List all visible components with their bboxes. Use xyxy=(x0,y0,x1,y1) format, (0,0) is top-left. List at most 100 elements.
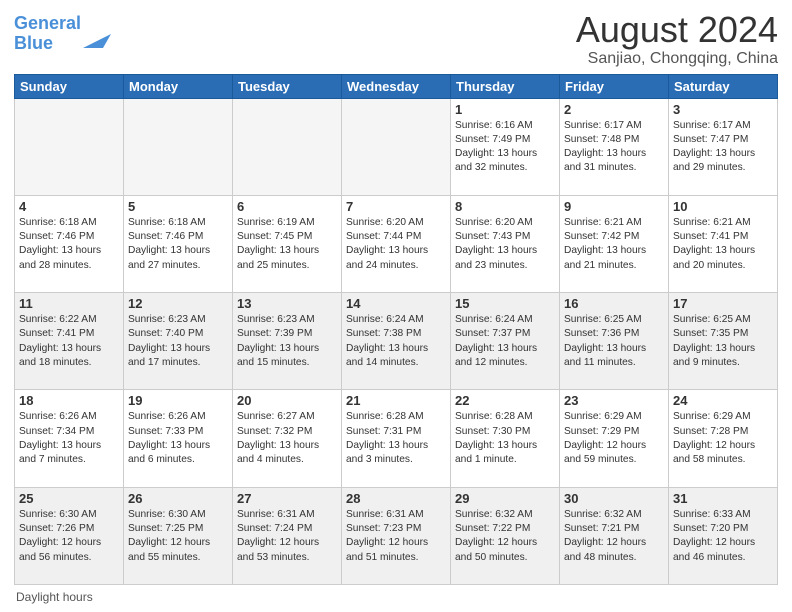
calendar-cell: 26 Sunrise: 6:30 AMSunset: 7:25 PMDayligh… xyxy=(124,487,233,584)
day-info: Sunrise: 6:30 AMSunset: 7:25 PMDaylight:… xyxy=(128,508,228,565)
day-number: 20 xyxy=(237,393,337,408)
calendar-cell: 19Sunrise: 6:26 AMSunset: 7:33 PMDayligh… xyxy=(124,390,233,487)
logo-blue: Blue xyxy=(14,33,53,53)
calendar-week-row: 11 Sunrise: 6:22 AMSunset: 7:41 PMDayligh… xyxy=(15,293,778,390)
calendar-cell: 28Sunrise: 6:31 AMSunset: 7:23 PMDayligh… xyxy=(342,487,451,584)
calendar-week-row: 1Sunrise: 6:16 AMSunset: 7:49 PMDaylight… xyxy=(15,98,778,195)
day-number: 8 xyxy=(455,199,555,214)
day-number: 16 xyxy=(564,296,664,311)
calendar-cell xyxy=(124,98,233,195)
calendar-cell: 9 Sunrise: 6:21 AMSunset: 7:42 PMDaylight… xyxy=(560,195,669,292)
calendar-table: SundayMondayTuesdayWednesdayThursdayFrid… xyxy=(14,74,778,585)
day-number: 11 xyxy=(19,296,119,311)
day-number: 2 xyxy=(564,102,664,117)
logo-wing-icon xyxy=(83,30,111,52)
day-number: 15 xyxy=(455,296,555,311)
calendar-cell: 14 Sunrise: 6:24 AMSunset: 7:38 PMDayligh… xyxy=(342,293,451,390)
day-number: 30 xyxy=(564,491,664,506)
day-info: Sunrise: 6:16 AMSunset: 7:49 PMDaylight:… xyxy=(455,119,555,176)
calendar-week-row: 18 Sunrise: 6:26 AMSunset: 7:34 PMDayligh… xyxy=(15,390,778,487)
day-number: 18 xyxy=(19,393,119,408)
col-header-wednesday: Wednesday xyxy=(342,74,451,98)
day-info: Sunrise: 6:21 AMSunset: 7:41 PMDaylight:… xyxy=(673,216,773,273)
day-number: 24 xyxy=(673,393,773,408)
day-info: Sunrise: 6:23 AMSunset: 7:40 PMDaylight:… xyxy=(128,313,228,370)
day-number: 17 xyxy=(673,296,773,311)
day-number: 12 xyxy=(128,296,228,311)
day-info: Sunrise: 6:26 AMSunset: 7:34 PMDaylight:… xyxy=(19,410,119,467)
day-info: Sunrise: 6:24 AMSunset: 7:38 PMDaylight:… xyxy=(346,313,446,370)
day-info: Sunrise: 6:30 AMSunset: 7:26 PMDaylight:… xyxy=(19,508,119,565)
calendar-week-row: 25 Sunrise: 6:30 AMSunset: 7:26 PMDayligh… xyxy=(15,487,778,584)
calendar-cell: 25 Sunrise: 6:30 AMSunset: 7:26 PMDayligh… xyxy=(15,487,124,584)
day-number: 29 xyxy=(455,491,555,506)
day-number: 25 xyxy=(19,491,119,506)
col-header-sunday: Sunday xyxy=(15,74,124,98)
day-info: Sunrise: 6:18 AMSunset: 7:46 PMDaylight:… xyxy=(19,216,119,273)
day-info: Sunrise: 6:19 AMSunset: 7:45 PMDaylight:… xyxy=(237,216,337,273)
day-number: 7 xyxy=(346,199,446,214)
footer-label: Daylight hours xyxy=(16,590,93,604)
calendar-cell xyxy=(15,98,124,195)
day-number: 10 xyxy=(673,199,773,214)
day-number: 26 xyxy=(128,491,228,506)
day-number: 23 xyxy=(564,393,664,408)
day-info: Sunrise: 6:21 AMSunset: 7:42 PMDaylight:… xyxy=(564,216,664,273)
day-number: 4 xyxy=(19,199,119,214)
calendar-cell: 3 Sunrise: 6:17 AMSunset: 7:47 PMDaylight… xyxy=(669,98,778,195)
day-info: Sunrise: 6:31 AMSunset: 7:24 PMDaylight:… xyxy=(237,508,337,565)
calendar-cell: 27 Sunrise: 6:31 AMSunset: 7:24 PMDayligh… xyxy=(233,487,342,584)
day-number: 27 xyxy=(237,491,337,506)
day-info: Sunrise: 6:24 AMSunset: 7:37 PMDaylight:… xyxy=(455,313,555,370)
day-info: Sunrise: 6:33 AMSunset: 7:20 PMDaylight:… xyxy=(673,508,773,565)
day-number: 3 xyxy=(673,102,773,117)
day-info: Sunrise: 6:20 AMSunset: 7:44 PMDaylight:… xyxy=(346,216,446,273)
calendar-cell: 5Sunrise: 6:18 AMSunset: 7:46 PMDaylight… xyxy=(124,195,233,292)
calendar-cell: 23 Sunrise: 6:29 AMSunset: 7:29 PMDayligh… xyxy=(560,390,669,487)
day-number: 28 xyxy=(346,491,446,506)
calendar-cell: 10 Sunrise: 6:21 AMSunset: 7:41 PMDayligh… xyxy=(669,195,778,292)
col-header-tuesday: Tuesday xyxy=(233,74,342,98)
day-info: Sunrise: 6:32 AMSunset: 7:22 PMDaylight:… xyxy=(455,508,555,565)
subtitle: Sanjiao, Chongqing, China xyxy=(576,50,778,68)
calendar-cell: 18 Sunrise: 6:26 AMSunset: 7:34 PMDayligh… xyxy=(15,390,124,487)
logo-general: General xyxy=(14,13,81,33)
day-info: Sunrise: 6:27 AMSunset: 7:32 PMDaylight:… xyxy=(237,410,337,467)
calendar-cell: 13Sunrise: 6:23 AMSunset: 7:39 PMDayligh… xyxy=(233,293,342,390)
day-info: Sunrise: 6:17 AMSunset: 7:47 PMDaylight:… xyxy=(673,119,773,176)
calendar-cell: 20 Sunrise: 6:27 AMSunset: 7:32 PMDayligh… xyxy=(233,390,342,487)
calendar-header-row: SundayMondayTuesdayWednesdayThursdayFrid… xyxy=(15,74,778,98)
calendar-cell: 11 Sunrise: 6:22 AMSunset: 7:41 PMDayligh… xyxy=(15,293,124,390)
calendar-cell: 2 Sunrise: 6:17 AMSunset: 7:48 PMDaylight… xyxy=(560,98,669,195)
day-info: Sunrise: 6:32 AMSunset: 7:21 PMDaylight:… xyxy=(564,508,664,565)
col-header-monday: Monday xyxy=(124,74,233,98)
day-info: Sunrise: 6:25 AMSunset: 7:35 PMDaylight:… xyxy=(673,313,773,370)
col-header-thursday: Thursday xyxy=(451,74,560,98)
calendar-cell xyxy=(342,98,451,195)
day-info: Sunrise: 6:29 AMSunset: 7:28 PMDaylight:… xyxy=(673,410,773,467)
main-title: August 2024 xyxy=(576,10,778,50)
day-number: 13 xyxy=(237,296,337,311)
calendar-cell: 6 Sunrise: 6:19 AMSunset: 7:45 PMDaylight… xyxy=(233,195,342,292)
calendar-cell: 29 Sunrise: 6:32 AMSunset: 7:22 PMDayligh… xyxy=(451,487,560,584)
page: General Blue August 2024 Sanjiao, Chongq… xyxy=(0,0,792,612)
day-number: 14 xyxy=(346,296,446,311)
day-number: 6 xyxy=(237,199,337,214)
calendar-cell: 15 Sunrise: 6:24 AMSunset: 7:37 PMDayligh… xyxy=(451,293,560,390)
header: General Blue August 2024 Sanjiao, Chongq… xyxy=(14,10,778,68)
day-info: Sunrise: 6:28 AMSunset: 7:31 PMDaylight:… xyxy=(346,410,446,467)
footer: Daylight hours xyxy=(14,590,778,604)
day-info: Sunrise: 6:18 AMSunset: 7:46 PMDaylight:… xyxy=(128,216,228,273)
day-info: Sunrise: 6:26 AMSunset: 7:33 PMDaylight:… xyxy=(128,410,228,467)
logo-text: General Blue xyxy=(14,14,81,54)
title-block: August 2024 Sanjiao, Chongqing, China xyxy=(576,10,778,68)
day-info: Sunrise: 6:20 AMSunset: 7:43 PMDaylight:… xyxy=(455,216,555,273)
day-info: Sunrise: 6:22 AMSunset: 7:41 PMDaylight:… xyxy=(19,313,119,370)
col-header-saturday: Saturday xyxy=(669,74,778,98)
day-info: Sunrise: 6:29 AMSunset: 7:29 PMDaylight:… xyxy=(564,410,664,467)
day-info: Sunrise: 6:17 AMSunset: 7:48 PMDaylight:… xyxy=(564,119,664,176)
col-header-friday: Friday xyxy=(560,74,669,98)
day-number: 21 xyxy=(346,393,446,408)
calendar-cell: 30 Sunrise: 6:32 AMSunset: 7:21 PMDayligh… xyxy=(560,487,669,584)
day-number: 9 xyxy=(564,199,664,214)
